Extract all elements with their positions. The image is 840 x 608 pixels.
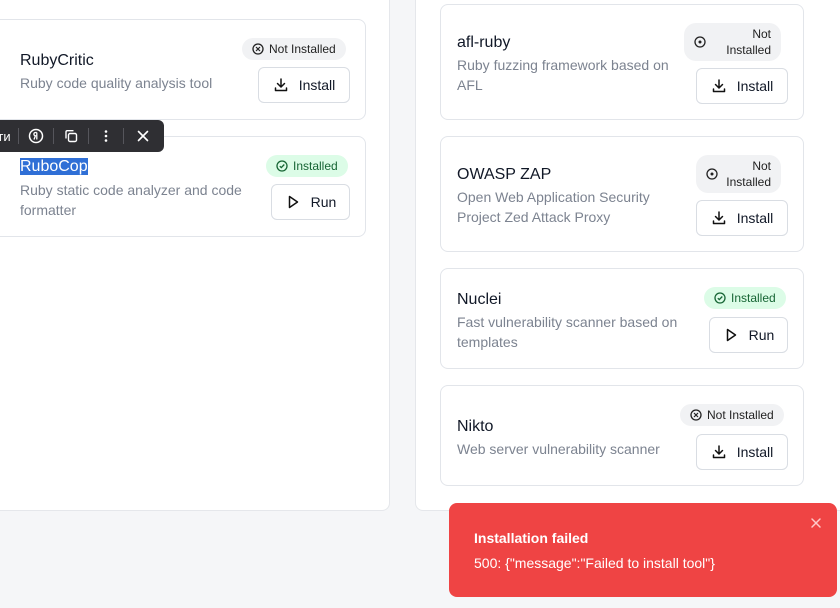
tool-name: Nikto — [457, 418, 494, 435]
tool-card-rubycritic: RubyCritic Ruby code quality analysis to… — [0, 19, 366, 120]
status-label: Not Installed — [269, 42, 336, 56]
toast-close-icon[interactable] — [809, 516, 823, 530]
button-label: Run — [310, 194, 337, 210]
install-button[interactable]: Install — [696, 200, 788, 236]
not-installed-icon — [694, 36, 706, 48]
tool-name: RuboCop — [20, 158, 88, 176]
install-button[interactable]: Install — [696, 434, 788, 470]
selection-toolbar: ти — [0, 120, 164, 152]
tool-name: afl-ruby — [457, 34, 511, 51]
status-label: Installed — [731, 291, 776, 305]
status-label-line2: Installed — [726, 175, 771, 189]
download-icon — [274, 78, 287, 92]
download-icon — [712, 445, 725, 459]
tool-description: Ruby static code analyzer and code forma… — [20, 182, 242, 218]
not-installed-icon — [252, 43, 264, 55]
status-badge: Not Installed — [696, 155, 781, 193]
install-button[interactable]: Install — [696, 68, 788, 104]
tool-card-nuclei: Nuclei Fast vulnerability scanner based … — [440, 268, 804, 369]
run-button[interactable]: Run — [709, 317, 788, 353]
status-label: Not Installed — [707, 408, 774, 422]
play-icon — [726, 328, 736, 342]
tool-description: Web server vulnerability scanner — [457, 441, 660, 457]
tool-description: Ruby fuzzing framework based on AFL — [457, 57, 669, 93]
tool-card-owasp-zap: OWASP ZAP Open Web Application Security … — [440, 136, 804, 252]
install-button[interactable]: Install — [258, 67, 350, 103]
button-label: Install — [736, 210, 774, 226]
status-label-line1: Not — [752, 159, 771, 173]
status-label-line1: Not — [752, 27, 771, 41]
status-badge: Not Installed — [684, 23, 781, 61]
close-icon — [137, 130, 149, 142]
error-toast: Installation failed 500: {"message":"Fai… — [449, 503, 837, 597]
button-label: Run — [748, 327, 775, 343]
tool-name: Nuclei — [457, 291, 502, 308]
status-badge: Not Installed — [680, 404, 784, 426]
status-label: Installed — [293, 159, 338, 173]
tool-card-nikto: Nikto Web server vulnerability scanner N… — [440, 385, 804, 486]
tool-description: Open Web Application Security Project Ze… — [457, 189, 650, 225]
status-badge: Installed — [704, 287, 786, 309]
tool-name: OWASP ZAP — [457, 166, 552, 183]
tool-description: Ruby code quality analysis tool — [20, 75, 213, 91]
copy-icon — [65, 130, 78, 143]
button-label: Install — [736, 78, 774, 94]
button-label: Install — [298, 77, 336, 93]
tool-card-afl-ruby: afl-ruby Ruby fuzzing framework based on… — [440, 4, 804, 120]
toolbar-close-button[interactable] — [124, 120, 162, 152]
toast-title: Installation failed — [474, 530, 589, 546]
download-icon — [712, 79, 725, 93]
run-button[interactable]: Run — [271, 184, 350, 220]
tool-description: Fast vulnerability scanner based on temp… — [457, 314, 678, 350]
play-icon — [288, 195, 298, 209]
toolbar-partial-label: ти — [0, 128, 11, 144]
check-circle-icon — [276, 160, 288, 172]
toolbar-translate-button[interactable]: ти — [0, 120, 18, 152]
yandex-button[interactable] — [19, 120, 53, 152]
more-icon — [104, 130, 108, 142]
not-installed-icon — [690, 409, 702, 421]
check-circle-icon — [714, 292, 726, 304]
more-button[interactable] — [89, 120, 123, 152]
download-icon — [712, 211, 725, 225]
tool-name: RubyCritic — [20, 52, 94, 69]
toast-message: 500: {"message":"Failed to install tool"… — [474, 555, 715, 571]
status-badge: Not Installed — [242, 38, 346, 60]
button-label: Install — [736, 444, 774, 460]
status-badge: Installed — [266, 155, 348, 177]
status-label-line2: Installed — [726, 43, 771, 57]
selected-text: RuboCop — [20, 158, 88, 175]
copy-button[interactable] — [54, 120, 88, 152]
not-installed-icon — [706, 168, 718, 180]
yandex-icon — [28, 128, 44, 144]
